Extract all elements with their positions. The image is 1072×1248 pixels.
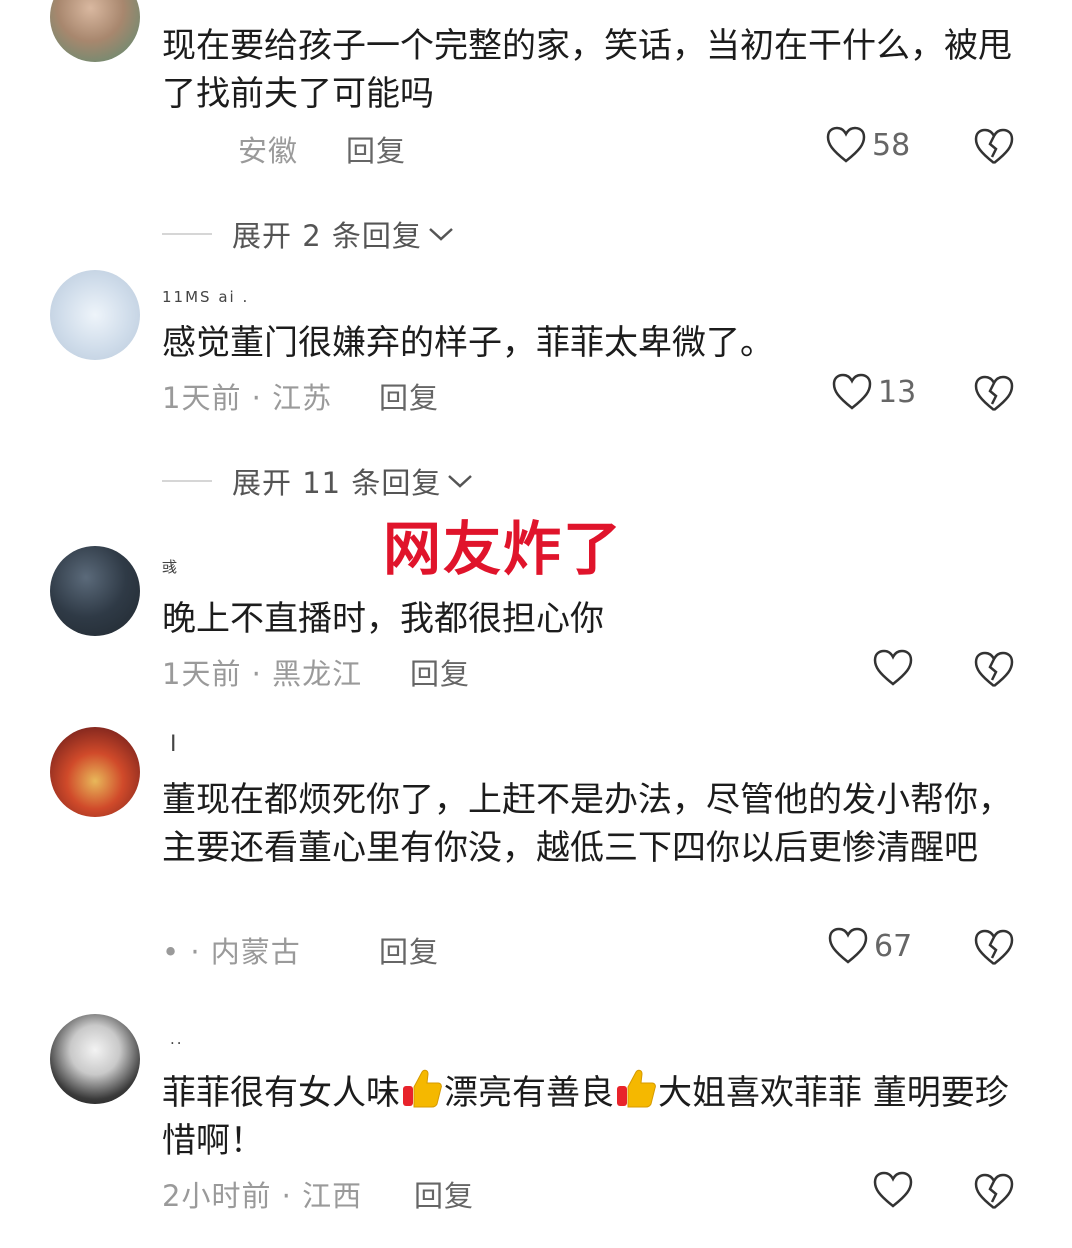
username[interactable]: .. [170,1030,184,1048]
avatar[interactable] [50,270,140,360]
expand-replies-button[interactable]: 展开 11 条回复 [162,460,473,502]
dislike-icon[interactable] [974,1173,1014,1211]
like-button[interactable]: 67 [828,927,912,965]
expand-label: 展开 2 条回复 [232,219,422,253]
username[interactable]: 彧 [162,556,179,577]
like-button[interactable]: 58 [826,126,910,164]
thumbs-up-icon [403,1069,442,1108]
expand-label: 展开 11 条回复 [232,466,442,500]
heart-icon [832,373,872,410]
chevron-down-icon [448,475,473,488]
heart-icon [828,927,868,964]
avatar[interactable] [50,727,140,817]
dislike-icon[interactable] [974,128,1014,166]
comment-time-location: • · 内蒙古 [162,935,301,969]
like-button[interactable] [873,1171,919,1209]
comment-text: 晚上不直播时，我都很担心你 [162,599,604,639]
divider [162,480,212,482]
comment-location: 安徽 [238,134,299,168]
comment-time-location: 1天前 · 江苏 [162,381,333,415]
dislike-icon[interactable] [974,375,1014,413]
like-count: 58 [872,127,911,163]
comment-text-part: 菲菲很有女人味 [162,1073,400,1113]
dislike-icon[interactable] [974,929,1014,967]
comment-text: 现在要给孩子一个完整的家，笑话，当初在干什么，被甩了找前夫了可能吗 [162,26,1012,114]
reply-button[interactable]: 回复 [379,375,439,417]
comment-time-location: 2小时前 · 江西 [162,1179,363,1213]
avatar[interactable] [50,546,140,636]
username[interactable]: I [170,732,179,757]
reply-button[interactable]: 回复 [414,1173,474,1215]
comment-text-part: 漂亮有善良 [444,1073,614,1113]
chevron-down-icon [429,228,453,241]
heart-icon [826,126,866,163]
like-button[interactable]: 13 [832,373,916,411]
heart-icon [873,649,913,686]
avatar[interactable] [50,0,140,62]
heart-icon [873,1171,913,1208]
comment-time-location: 1天前 · 黑龙江 [162,657,363,691]
overlay-caption: 网友炸了 [383,515,624,583]
like-count: 67 [874,928,913,964]
reply-button[interactable]: 回复 [410,651,470,693]
username[interactable]: 11MS ai . [162,288,249,306]
like-count: 13 [878,374,917,410]
comment-text: 菲菲很有女人味 漂亮有善良 大姐喜欢菲菲 董明要珍惜啊！ [162,1066,1032,1165]
reply-button[interactable]: 回复 [346,128,406,170]
comment-text: 董​现在都烦死你了，上赶不是办法，尽管他的发小帮你，主要还看董​心里有你没，越低… [162,780,1012,868]
comment-text: 感觉董门很嫌弃的样子，菲菲太卑微了。 [162,323,774,363]
divider [162,233,212,235]
like-button[interactable] [873,649,919,687]
expand-replies-button[interactable]: 展开 2 条回复 [162,213,454,255]
reply-button[interactable]: 回复 [379,929,439,971]
thumbs-up-icon [617,1069,656,1108]
dislike-icon[interactable] [974,651,1014,689]
avatar[interactable] [50,1014,140,1104]
